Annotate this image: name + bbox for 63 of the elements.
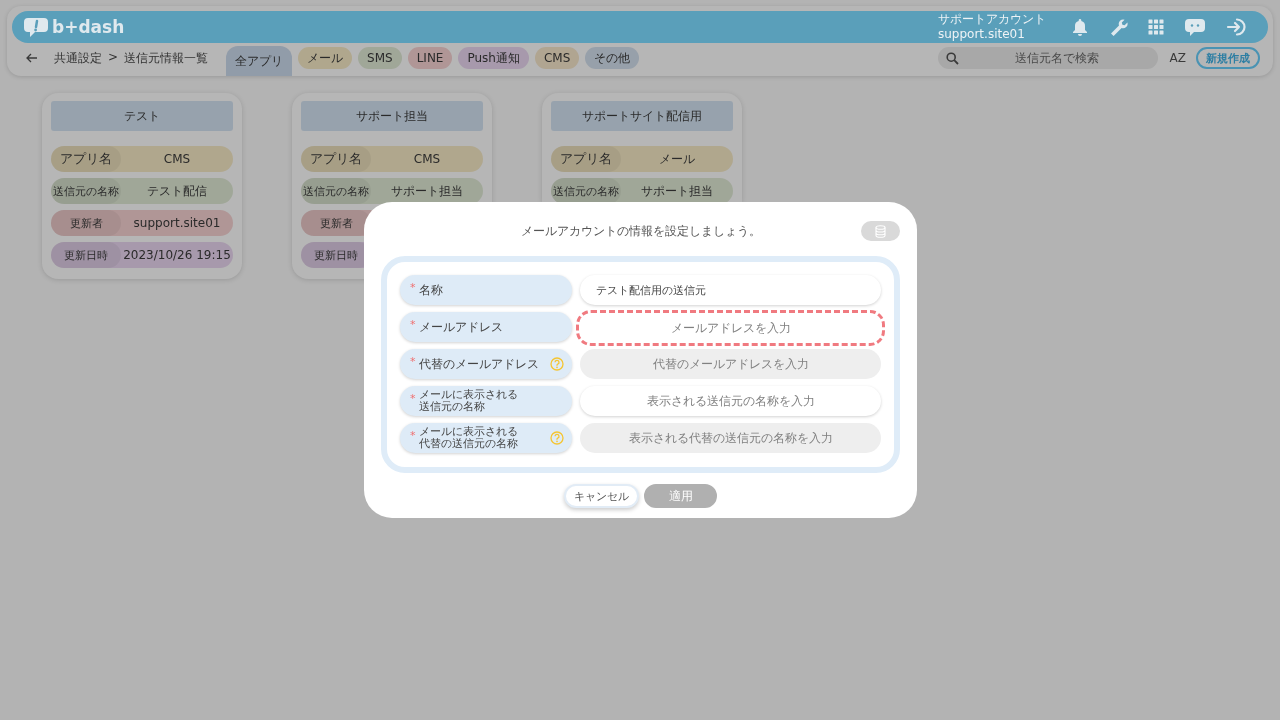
back-arrow-icon[interactable] — [26, 53, 38, 63]
card-title: テスト — [51, 101, 233, 131]
field-label: メールに表示される — [418, 389, 519, 401]
row-label: 更新者 — [51, 210, 121, 236]
filter-tab[interactable]: メール — [298, 47, 353, 69]
filter-tab[interactable]: Push通知 — [458, 47, 529, 69]
row-label: 更新日時 — [51, 242, 121, 268]
sender-card[interactable]: テスト アプリ名 CMS 送信元の名称 テスト配信 更新者 support.site01 更新日時 2023/10/26 19:15 — [42, 93, 242, 279]
search-icon — [945, 52, 959, 65]
required-mark: * — [410, 392, 416, 405]
grid-icon[interactable] — [1148, 19, 1164, 35]
row-label: アプリ名 — [301, 146, 371, 172]
row-value: テスト配信 — [146, 182, 208, 200]
row-value: CMS — [412, 152, 442, 166]
account-id: support.site01 — [938, 27, 1026, 42]
row-label: アプリ名 — [51, 146, 121, 172]
breadcrumb-separator: > — [108, 49, 119, 66]
filter-tab[interactable]: SMS — [358, 47, 402, 69]
chat-bubble-icon[interactable] — [1184, 17, 1206, 37]
field-label: メールに表示される — [418, 426, 519, 438]
row-label: アプリ名 — [551, 146, 621, 172]
logout-icon[interactable] — [1226, 17, 1248, 37]
row-label: 送信元の名称 — [301, 178, 371, 204]
row-label: 更新者 — [301, 210, 371, 236]
required-mark: * — [410, 355, 416, 368]
field-label: 名称 — [418, 283, 444, 297]
row-value: 2023/10/26 19:15 — [122, 248, 232, 262]
filter-tab[interactable]: その他 — [585, 47, 640, 69]
text-input[interactable]: メールアドレスを入力 — [576, 310, 885, 346]
filter-tab[interactable]: 全アプリ — [226, 46, 293, 76]
sender-card[interactable]: サポートサイト配信用 アプリ名 メール 送信元の名称 サポート担当 — [542, 93, 742, 202]
database-button[interactable] — [861, 221, 900, 241]
card-title: サポート担当 — [301, 101, 483, 131]
sort-button[interactable]: AZ — [1167, 51, 1188, 65]
field-label: 代替の送信元の名称 — [418, 438, 519, 450]
row-value: support.site01 — [132, 216, 222, 230]
bell-icon[interactable] — [1072, 18, 1088, 36]
row-value: サポート担当 — [640, 182, 714, 200]
filter-tab[interactable]: LINE — [407, 47, 453, 69]
card-title: サポートサイト配信用 — [551, 101, 733, 131]
dialog-title: メールアカウントの情報を設定しましょう。 — [520, 222, 761, 240]
text-input[interactable]: 表示される送信元の名称を入力 — [580, 386, 881, 416]
required-mark: * — [410, 429, 416, 442]
breadcrumb-item[interactable]: 共通設定 — [54, 49, 102, 67]
text-input[interactable]: テスト配信用の送信元 — [580, 275, 881, 305]
field-label: 送信元の名称 — [418, 401, 486, 413]
field-label: 代替のメールアドレス — [418, 357, 540, 371]
row-value: CMS — [162, 152, 192, 166]
breadcrumb-item: 送信元情報一覧 — [124, 49, 209, 67]
filter-tab[interactable]: CMS — [534, 47, 580, 69]
required-mark: * — [410, 281, 416, 294]
search-field[interactable]: 送信元名で検索 — [937, 47, 1158, 69]
row-label: 送信元の名称 — [51, 178, 121, 204]
database-icon — [875, 224, 886, 238]
cancel-button[interactable]: キャンセル — [564, 484, 639, 508]
row-value: メール — [658, 150, 696, 168]
wrench-icon[interactable] — [1108, 17, 1128, 37]
required-mark: * — [410, 318, 416, 331]
logo-text: b+dash — [52, 17, 125, 37]
account-name: サポートアカウント — [938, 12, 1046, 27]
speech-bubble-logo-icon — [24, 16, 50, 38]
field-label: メールアドレス — [418, 320, 504, 334]
row-value: サポート担当 — [390, 182, 464, 200]
